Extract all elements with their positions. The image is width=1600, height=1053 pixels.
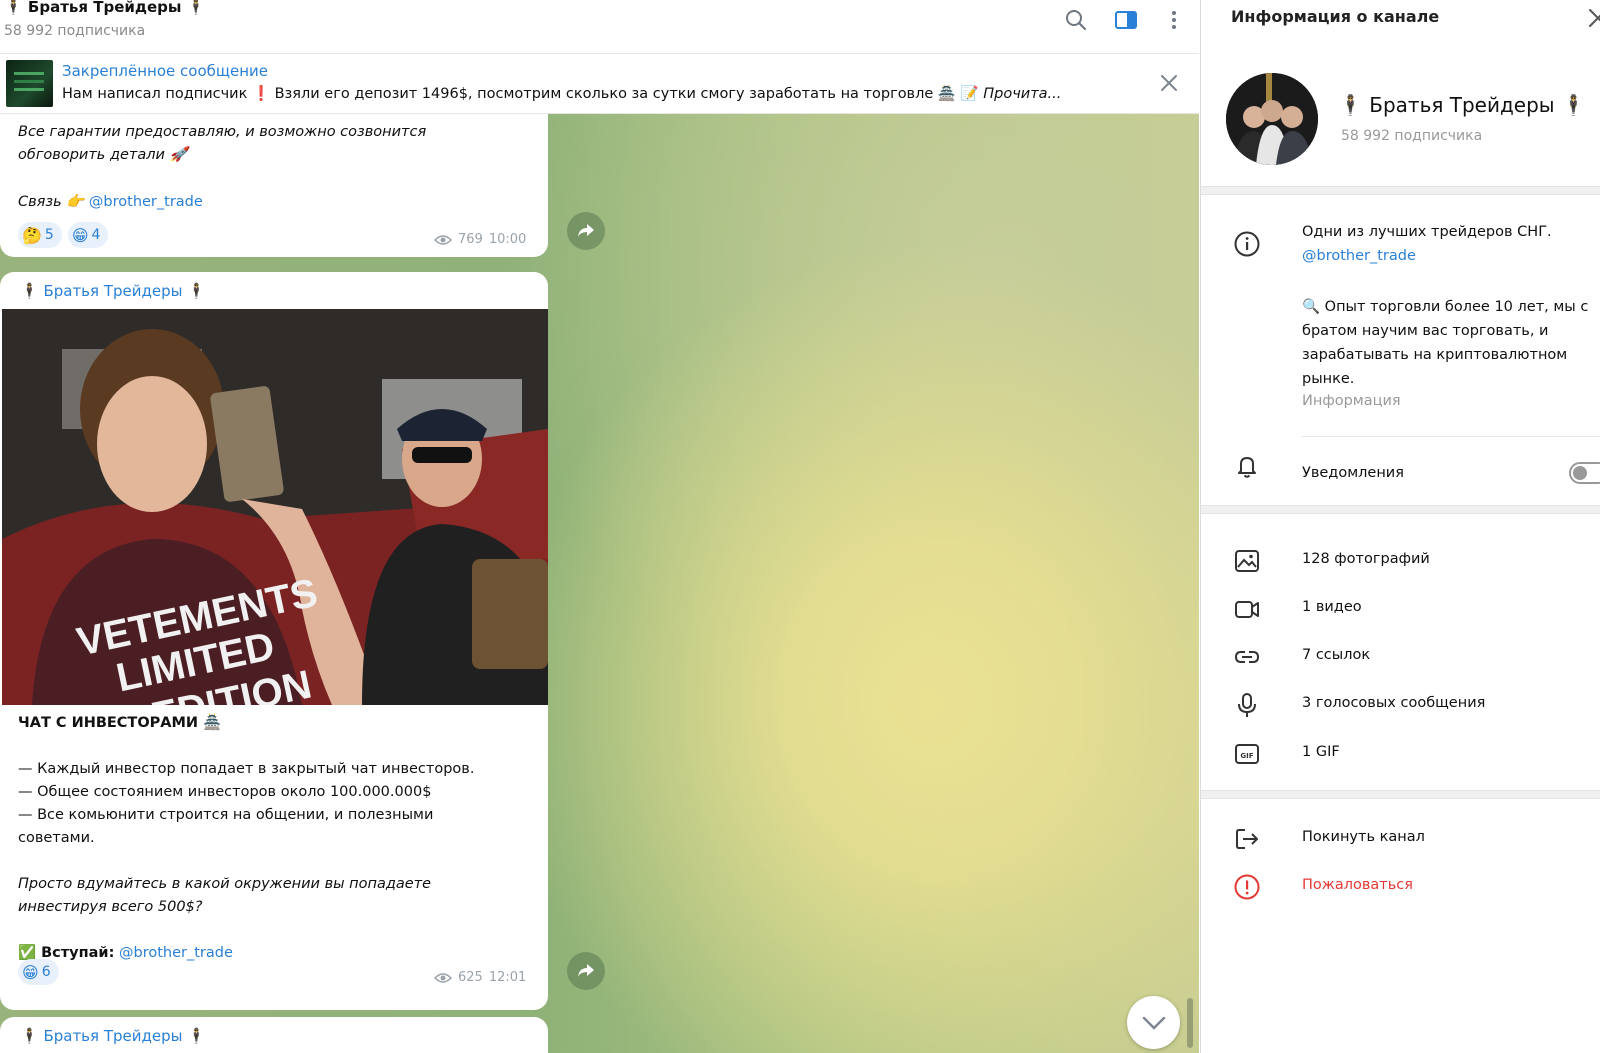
views-count: 625 [458, 970, 483, 985]
row-divider [1302, 436, 1600, 437]
message-1-reactions: 🤔 5 😁 4 [18, 222, 109, 248]
views-count: 769 [458, 232, 483, 247]
post-bullet: — Общее состоянием инвесторов около 100.… [18, 784, 432, 800]
message-time: 12:01 [488, 970, 527, 985]
leave-label: Покинуть канал [1302, 829, 1425, 845]
reaction-thinking[interactable]: 🤔 5 [18, 222, 62, 248]
message-1-line2: обговорить детали 🚀 [18, 147, 188, 163]
eye-icon [434, 234, 452, 245]
channel-avatar[interactable] [1226, 73, 1318, 165]
forward-button[interactable] [567, 952, 605, 990]
message-time: 10:00 [488, 232, 527, 247]
panel-close-button[interactable] [1586, 6, 1600, 30]
about-description: 🔍 Опыт торговли более 10 лет, мы с брато… [1302, 299, 1589, 387]
reaction-emoji: 😁 [22, 962, 39, 982]
post-italic-line: инвестируя всего 500$? [18, 899, 203, 915]
join-mention-link[interactable]: @brother_trade [119, 945, 233, 961]
media-label: 128 фотографий [1302, 551, 1430, 567]
reaction-count: 5 [44, 227, 54, 243]
reaction-grin[interactable]: 😁 6 [18, 959, 59, 985]
message-1-line1: Все гарантии предоставляю, и возможно со… [18, 124, 427, 140]
post-italic-line: Просто вдумайтесь в какой окружении вы п… [18, 876, 432, 892]
about-mention-link[interactable]: @brother_trade [1302, 248, 1416, 264]
reaction-emoji: 🤔 [22, 225, 42, 245]
search-button[interactable] [1064, 8, 1088, 32]
message-author[interactable]: 🕴 Братья Трейдеры 🕴 [20, 282, 206, 300]
reaction-count: 4 [91, 227, 101, 243]
post-photo[interactable]: VETEMENTS LIMITED EDITION [2, 309, 548, 705]
channel-name: 🕴 Братья Трейдеры 🕴 [1338, 93, 1586, 117]
media-label: 1 видео [1302, 599, 1362, 615]
close-icon [1161, 75, 1177, 91]
post-heading: ЧАТ С ИНВЕСТОРАМИ 🏯 [18, 715, 222, 731]
chat-area: Все гарантии предоставляю, и возможно со… [0, 0, 1199, 1053]
scroll-down-button[interactable] [1127, 996, 1180, 1049]
mic-icon [1233, 691, 1261, 719]
report-label: Пожаловаться [1302, 877, 1413, 893]
message-2[interactable]: 🕴 Братья Трейдеры 🕴 VETEMENTS LIMITED ED… [0, 272, 548, 1010]
chat-title[interactable]: 🕴 Братья Трейдеры 🕴 [4, 0, 205, 16]
pinned-close-button[interactable] [1158, 72, 1180, 94]
post-bullet: — Все комьюнити строится на общении, и п… [18, 807, 434, 823]
close-icon [1589, 9, 1600, 27]
message-author[interactable]: 🕴 Братья Трейдеры 🕴 [20, 1027, 206, 1045]
svg-text:GIF: GIF [1240, 752, 1253, 760]
eye-icon [434, 972, 452, 983]
message-1-meta: 769 10:00 [434, 232, 526, 247]
post-bullet: советами. [18, 830, 95, 846]
chat-wallpaper: Все гарантии предоставляю, и возможно со… [0, 100, 1199, 1053]
forward-icon [578, 964, 594, 977]
avatar-image [1226, 73, 1318, 165]
chat-scrollbar[interactable] [1187, 998, 1193, 1048]
pinned-label: Закреплённое сообщение [62, 62, 269, 80]
reaction-count: 6 [41, 964, 51, 980]
pinned-text-main: Нам написал подписчик ❗ Взяли его депози… [62, 86, 984, 102]
media-label: 7 ссылок [1302, 647, 1371, 663]
reaction-grin[interactable]: 😁 4 [67, 222, 109, 248]
search-icon [1066, 10, 1087, 31]
leave-icon [1233, 825, 1261, 853]
gif-icon: GIF [1233, 740, 1261, 768]
notifications-toggle[interactable] [1569, 462, 1600, 484]
sidebar-toggle-button[interactable] [1114, 8, 1138, 32]
more-vertical-icon [1172, 11, 1176, 29]
video-icon [1233, 595, 1261, 623]
sidebar-toggle-icon [1115, 11, 1137, 29]
notifications-label: Уведомления [1302, 465, 1404, 481]
section-divider [1201, 505, 1600, 514]
pinned-text-more: Прочита... [983, 86, 1062, 102]
media-label: 1 GIF [1302, 744, 1340, 760]
pinned-message-bar[interactable]: Закреплённое сообщение Нам написал подпи… [0, 55, 1199, 114]
about-caption: Информация [1302, 393, 1401, 409]
about-text: Одни из лучших трейдеров СНГ. [1302, 224, 1552, 240]
contact-mention-link[interactable]: @brother_trade [89, 194, 203, 210]
message-1[interactable]: Все гарантии предоставляю, и возможно со… [0, 100, 548, 257]
forward-icon [578, 224, 594, 237]
media-label: 3 голосовых сообщения [1302, 695, 1486, 711]
info-icon [1233, 230, 1261, 258]
contact-label: Связь 👉 [18, 194, 85, 210]
bell-icon [1233, 452, 1261, 480]
more-menu-button[interactable] [1162, 8, 1186, 32]
chevron-down-icon [1142, 1016, 1165, 1030]
chat-subscribers: 58 992 подписчика [4, 23, 146, 39]
pinned-text: Нам написал подписчик ❗ Взяли его депози… [62, 85, 1127, 102]
message-2-reactions: 😁 6 [18, 959, 59, 985]
alert-icon [1233, 873, 1261, 901]
channel-info-panel: Информация о канале 🕴 Братья Трейдеры 🕴 … [1200, 0, 1600, 1053]
section-divider [1201, 790, 1600, 799]
chat-header: 🕴 Братья Трейдеры 🕴 58 992 подписчика [0, 0, 1199, 54]
link-icon [1233, 643, 1261, 671]
photo-icon [1233, 547, 1261, 575]
panel-title: Информация о канале [1231, 7, 1440, 26]
message-3[interactable]: 🕴 Братья Трейдеры 🕴 [0, 1017, 548, 1053]
message-2-meta: 625 12:01 [434, 970, 526, 985]
forward-button[interactable] [567, 212, 605, 250]
photo-illustration: VETEMENTS LIMITED EDITION [2, 309, 548, 705]
section-divider [1201, 186, 1600, 195]
post-bullet: — Каждый инвестор попадает в закрытый ча… [18, 761, 475, 777]
pinned-thumbnail [6, 60, 53, 107]
reaction-emoji: 😁 [71, 225, 89, 245]
channel-subscribers: 58 992 подписчика [1341, 128, 1483, 144]
